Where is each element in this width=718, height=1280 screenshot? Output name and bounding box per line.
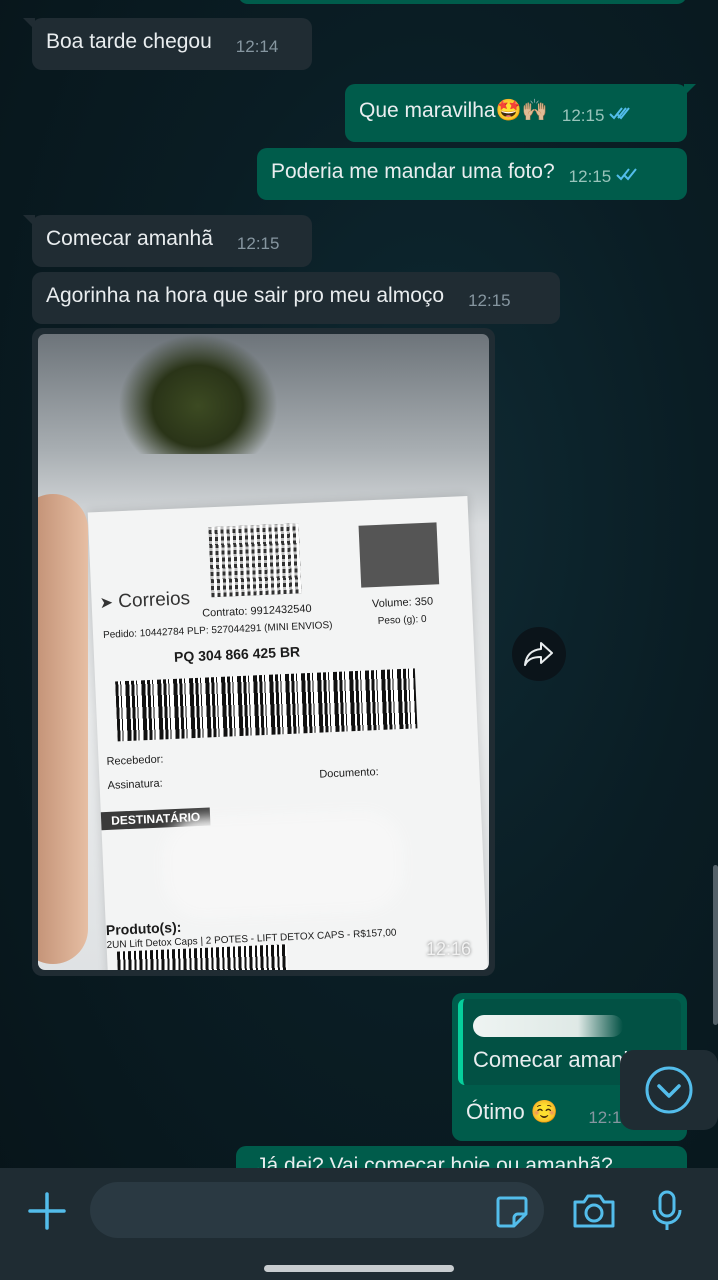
chevron-down-circle-icon [645,1066,693,1114]
products-header: Produto(s): [105,918,182,939]
forward-icon [524,642,553,666]
message-time: 12:14 [235,37,279,56]
message-text: Ótimo [466,1099,525,1124]
package-photo[interactable]: ➤ Correios Contrato: 9912432540 Volume: … [38,334,489,970]
camera-button[interactable] [568,1188,620,1234]
volume-text: Volume: 350 [371,595,434,611]
message-input[interactable] [90,1182,544,1238]
message-emoji: ☺️ [530,1099,559,1124]
photo-message[interactable]: ➤ Correios Contrato: 9912432540 Volume: … [32,328,495,976]
microphone-icon [652,1190,682,1230]
previous-message-edge [238,0,687,4]
read-ticks-icon [615,162,641,190]
plus-icon [28,1192,66,1230]
message-text: Que maravilha [359,99,496,122]
destination-header: DESTINATÁRIO [100,807,211,831]
message-outgoing[interactable]: Poderia me mandar uma foto? 12:15 [257,148,687,200]
redacted-address [171,819,395,910]
message-time: 12:15 [561,106,605,125]
message-incoming[interactable]: Boa tarde chegou 12:14 [23,18,312,70]
correios-logo: ➤ Correios [99,588,191,613]
message-time: 12:15 [468,291,511,310]
message-text: Poderia me mandar uma foto? [271,160,555,183]
scrollbar[interactable] [713,865,718,1025]
attach-button[interactable] [22,1186,72,1236]
message-text: Agorinha na hora que sair pro meu almoço [46,284,445,307]
message-outgoing-partial[interactable]: Já dei? Vai começar hoje ou amanhã? [236,1146,687,1168]
message-text: Boa tarde chegou [46,30,212,53]
photo-time: 12:16 [425,939,471,959]
read-ticks-icon [608,101,634,129]
weight-text: Peso (g): 0 [377,613,427,627]
camera-icon [573,1194,615,1228]
recipient-label: Recebedor: [106,753,164,768]
message-time: 12:15 [568,167,612,186]
scroll-to-bottom-button[interactable] [620,1050,718,1130]
message-input-bar [0,1168,718,1280]
contract-text: Contrato: 9912432540 [201,602,312,620]
barcode [115,668,418,742]
photo-background-plant [118,334,278,454]
microphone-button[interactable] [642,1186,692,1236]
message-incoming[interactable]: Agorinha na hora que sair pro meu almoço… [32,272,560,324]
label-square [358,522,440,588]
plp-text: Pedido: 10442784 PLP: 527044291 (MINI EN… [102,619,333,641]
chat-area: Boa tarde chegou 12:14 Que maravilha🤩🙌🏼 12… [0,0,718,1168]
photo-finger [38,494,88,964]
message-emoji: 🤩🙌🏼 [495,99,548,122]
sticker-button[interactable] [490,1192,534,1232]
message-text: Já dei? Vai começar hoje ou amanhã? [256,1154,613,1168]
shipping-label: ➤ Correios Contrato: 9912432540 Volume: … [87,495,489,970]
signature-label: Assinatura: [107,777,163,792]
message-incoming[interactable]: Comecar amanhã 12:15 [23,215,312,267]
message-text: Comecar amanhã [46,227,213,250]
message-time: 12:15 [236,234,280,253]
sticker-icon [496,1196,528,1228]
document-label: Documento: [319,766,379,781]
forward-button[interactable] [512,627,566,681]
home-indicator [264,1265,454,1272]
message-outgoing[interactable]: Que maravilha🤩🙌🏼 12:15 [345,84,696,142]
quoted-sender-redacted [473,1015,623,1037]
tracking-code: PQ 304 866 425 BR [173,643,301,665]
